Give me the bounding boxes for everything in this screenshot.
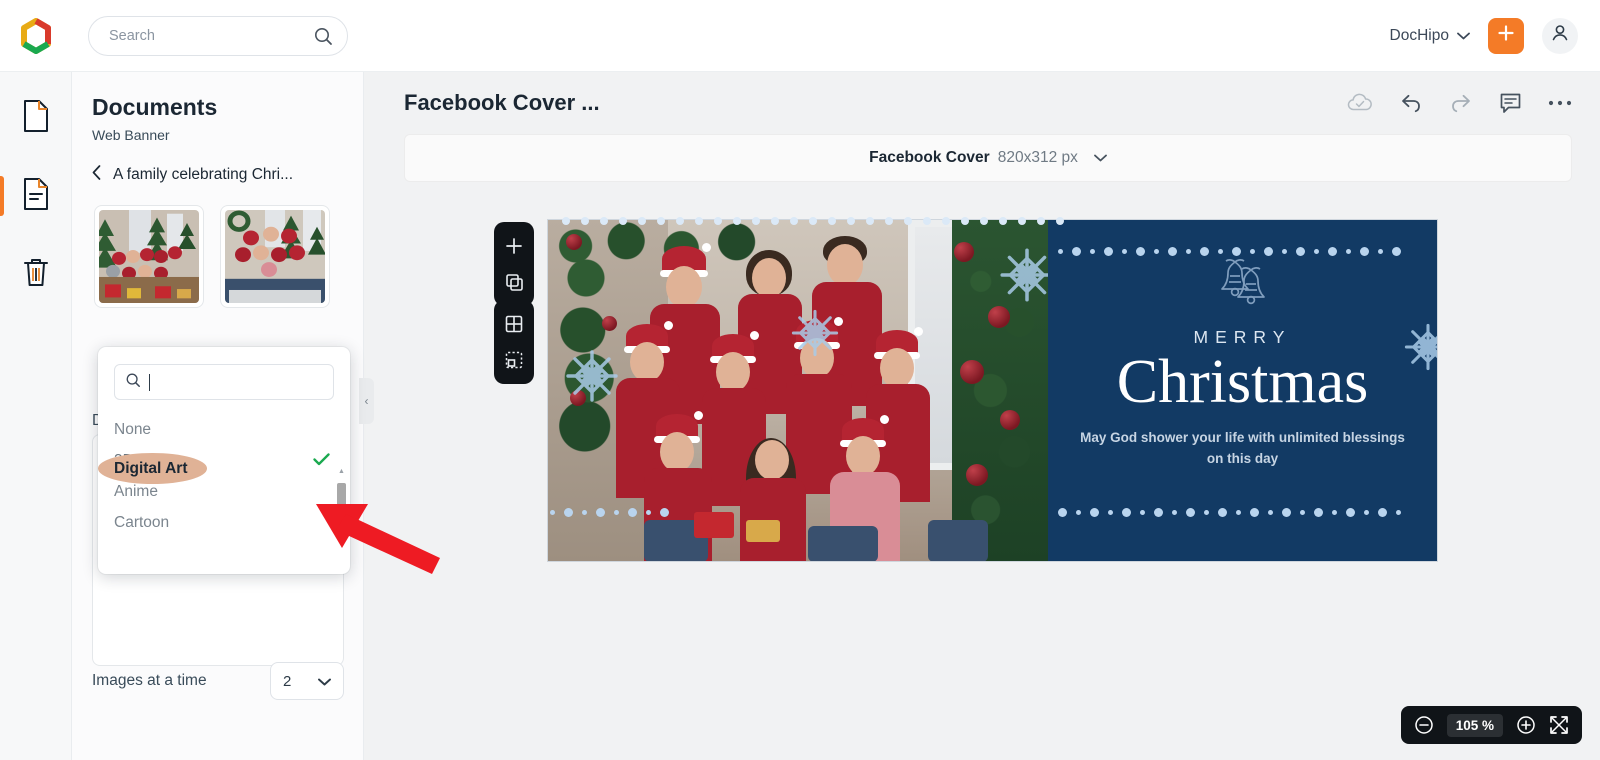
option-label: None: [114, 420, 152, 438]
zoom-level-value[interactable]: 105 %: [1446, 713, 1503, 737]
chevron-down-icon: [1457, 27, 1470, 45]
search-input[interactable]: [109, 27, 313, 44]
brand-selector[interactable]: DocHipo: [1390, 27, 1470, 45]
message-text: May God shower your life with unlimited …: [1080, 429, 1405, 466]
select-area-button[interactable]: [497, 344, 531, 376]
zoom-in-icon[interactable]: [1516, 715, 1536, 735]
thumbnail-image: [225, 210, 325, 303]
images-at-a-time-label: Images at a time: [92, 672, 207, 689]
app-root: DocHipo: [0, 0, 1600, 760]
editor-header: Facebook Cover ...: [364, 72, 1600, 116]
cloud-saved-icon[interactable]: [1347, 93, 1373, 113]
blank-document-icon: [21, 99, 51, 138]
rail-item-trash[interactable]: [0, 248, 72, 300]
thumbnail-image: [99, 210, 199, 303]
undo-icon[interactable]: [1399, 92, 1423, 114]
style-group-digital-art: Digital Art: [98, 453, 208, 484]
images-at-a-time-select[interactable]: 2: [270, 662, 344, 700]
greeting-panel[interactable]: MERRY Christmas May God shower your life…: [1048, 220, 1437, 561]
images-at-a-time-row: Images at a time 2: [92, 662, 344, 700]
style-option-none[interactable]: None: [98, 414, 350, 445]
snowflake-decoration: [788, 306, 842, 365]
zoom-out-icon[interactable]: [1414, 715, 1434, 735]
document-lines-icon: [21, 177, 51, 216]
zoom-controls: 105 %: [1400, 706, 1582, 744]
breadcrumb-back[interactable]: A family celebrating Chri...: [72, 143, 363, 185]
document-size-selector[interactable]: Facebook Cover 820x312 px: [404, 134, 1572, 182]
add-page-button[interactable]: [497, 230, 531, 262]
plus-icon: [1496, 23, 1516, 48]
family-christmas-photo[interactable]: [548, 220, 1048, 561]
account-avatar[interactable]: [1542, 17, 1578, 54]
search-icon[interactable]: [313, 26, 333, 46]
dot-border-decoration: [1058, 246, 1437, 256]
search-icon: [125, 372, 141, 393]
style-option-cartoon[interactable]: Cartoon: [98, 507, 350, 538]
page-actions-toolbar: [494, 222, 534, 306]
snowflake-decoration: [562, 346, 622, 411]
style-option-list: None Digital Art 3D Anime Cartoon ▲ ▼: [98, 400, 350, 538]
create-new-button[interactable]: [1488, 17, 1524, 54]
thumbnail-1[interactable]: [94, 205, 204, 308]
redo-icon[interactable]: [1449, 92, 1473, 114]
layout-tools-toolbar: [494, 300, 534, 384]
chevron-left-icon: [92, 165, 101, 185]
snowflake-decoration: [1401, 320, 1437, 379]
dot-border-decoration: [550, 507, 669, 517]
images-count-value: 2: [283, 672, 292, 690]
comment-icon[interactable]: [1499, 92, 1522, 114]
option-label: Cartoon: [114, 513, 170, 531]
grid-view-button[interactable]: [497, 308, 531, 340]
scrollbar-thumb[interactable]: [337, 483, 346, 537]
fullscreen-icon[interactable]: [1549, 715, 1569, 735]
brand-label: DocHipo: [1389, 26, 1449, 44]
duplicate-page-button[interactable]: [497, 266, 531, 298]
caret-up-icon[interactable]: ▲: [337, 468, 346, 475]
global-search[interactable]: [88, 15, 348, 56]
dochipo-logo-icon: [18, 17, 54, 54]
breadcrumb-label: A family celebrating Chri...: [113, 166, 294, 183]
trash-icon: [21, 255, 51, 294]
thumbnail-2[interactable]: [220, 205, 330, 308]
checkmark-icon: [313, 451, 330, 471]
rail-item-new-document[interactable]: [0, 92, 72, 144]
eyebrow-text: MERRY: [1193, 327, 1292, 347]
chevron-left-icon: ‹: [364, 394, 369, 408]
left-rail: [0, 72, 72, 760]
document-dimensions: 820x312 px: [997, 149, 1078, 166]
dropdown-scrollbar[interactable]: ▲ ▼: [337, 468, 346, 574]
design-artboard: MERRY Christmas May God shower your life…: [548, 220, 1437, 561]
panel-subtitle: Web Banner: [92, 127, 170, 143]
more-horizontal-icon[interactable]: [1548, 99, 1572, 107]
logo-container[interactable]: [0, 17, 72, 54]
document-size-name: Facebook Cover: [869, 149, 990, 166]
panel-title: Documents: [92, 94, 218, 120]
design-canvas[interactable]: MERRY Christmas May God shower your life…: [547, 217, 1438, 562]
rail-item-documents[interactable]: [0, 170, 72, 222]
page-title: Facebook Cover ...: [404, 90, 600, 115]
selection-handles-top[interactable]: [548, 216, 1437, 226]
editor-area: Facebook Cover ... Facebook Cover 820x31…: [364, 72, 1600, 760]
christmas-bells-icon: [1215, 256, 1271, 313]
text-cursor: [149, 373, 150, 391]
collapse-panel-handle[interactable]: ‹: [359, 378, 374, 424]
editor-toolbar: [1347, 92, 1572, 114]
option-label: Anime: [114, 482, 158, 500]
user-avatar-icon: [1549, 22, 1571, 49]
generated-thumbnails: [72, 185, 363, 308]
chevron-down-icon: [318, 673, 331, 690]
headline-text: Christmas: [1116, 348, 1369, 416]
top-bar: DocHipo: [0, 0, 1600, 72]
chevron-down-icon: [1093, 149, 1107, 167]
group-label: Digital Art: [114, 459, 188, 477]
style-search-field[interactable]: [114, 364, 334, 400]
style-dropdown: None Digital Art 3D Anime Cartoon ▲ ▼: [98, 347, 350, 574]
snowflake-decoration: [996, 244, 1048, 311]
dot-border-decoration: [1058, 507, 1437, 517]
top-bar-actions: DocHipo: [1390, 17, 1600, 54]
